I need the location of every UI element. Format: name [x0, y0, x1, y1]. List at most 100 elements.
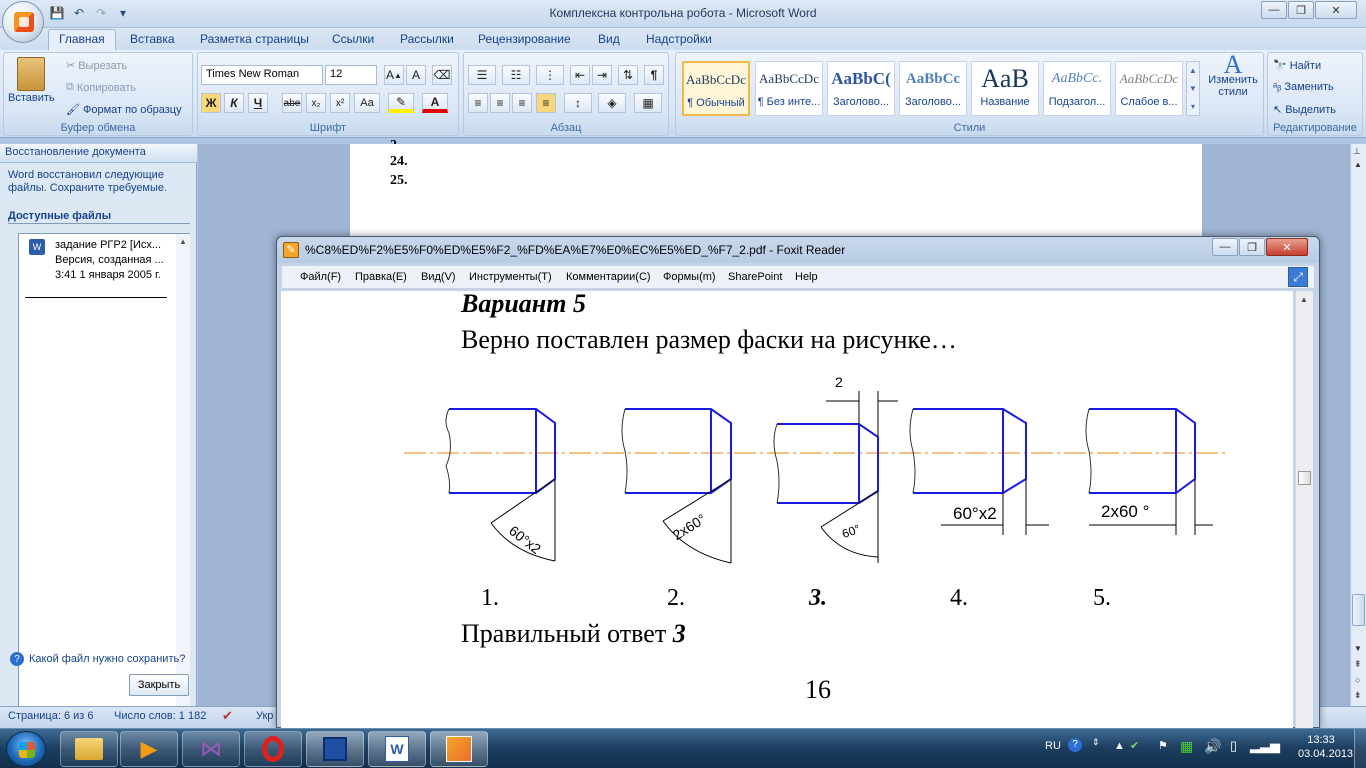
tray-help-icon[interactable]: ? [1068, 738, 1082, 752]
sort-icon[interactable]: ⇅ [618, 65, 638, 85]
menu-file[interactable]: Файл(F) [300, 271, 341, 283]
show-desktop-button[interactable] [1354, 729, 1366, 768]
shrink-font-icon[interactable]: A [406, 65, 426, 85]
foxit-scroll-thumb[interactable] [1298, 471, 1311, 485]
tray-flag-icon[interactable]: ⚑ [1158, 739, 1168, 752]
bullets-icon[interactable]: ☰ [468, 65, 496, 85]
menu-help[interactable]: Help [795, 271, 818, 283]
align-left-icon[interactable]: ≡ [468, 93, 488, 113]
scroll-up-icon[interactable]: ▲ [1354, 160, 1362, 169]
tab-insert[interactable]: Вставка [120, 30, 185, 50]
styles-scroll[interactable]: ▲ ▼ ▾ [1186, 61, 1200, 116]
bold-button[interactable]: Ж [201, 93, 221, 113]
highlight-icon[interactable]: ✎ [388, 93, 414, 113]
word-taskbar-button[interactable]: W [368, 731, 426, 767]
italic-button[interactable]: К [224, 93, 244, 113]
grow-font-icon[interactable]: A ▲ [384, 65, 404, 85]
foxit-vertical-scrollbar[interactable]: ▲ [1295, 291, 1313, 729]
increase-indent-icon[interactable]: ⇥ [592, 65, 612, 85]
borders-icon[interactable]: ▦ [634, 93, 662, 113]
tab-references[interactable]: Ссылки [322, 30, 384, 50]
change-case-button[interactable]: Aa [354, 93, 380, 113]
tray-clock[interactable]: 13:33 03.04.2013 [1298, 734, 1353, 760]
underline-button[interactable]: Ч [248, 93, 268, 113]
maximize-button[interactable]: ❐ [1288, 1, 1314, 19]
tab-view[interactable]: Вид [588, 30, 630, 50]
change-styles-button[interactable]: A Изменить стили [1204, 52, 1262, 99]
office-button[interactable] [2, 1, 44, 43]
tray-signal-icon[interactable]: ▂▃▅ [1250, 738, 1280, 754]
word-scroll-thumb[interactable] [1352, 594, 1365, 626]
pilcrow-icon[interactable]: ¶ [644, 65, 664, 85]
justify-icon[interactable]: ≡ [536, 93, 556, 113]
word-count[interactable]: Число слов: 1 182 [114, 710, 206, 722]
tab-mailings[interactable]: Рассылки [390, 30, 464, 50]
find-button[interactable]: 🔭 Найти [1273, 59, 1321, 73]
style-normal[interactable]: AaBbCcDc ¶ Обычный [682, 61, 750, 116]
superscript-button[interactable]: x² [330, 93, 350, 113]
opera-taskbar-button[interactable] [244, 731, 302, 767]
style-heading-1[interactable]: AaBbC(Заголово... [827, 61, 895, 116]
menu-tools[interactable]: Инструменты(T) [469, 271, 552, 283]
tray-network-icon[interactable]: ▦ [1180, 738, 1193, 755]
multilevel-list-icon[interactable]: ⋮ [536, 65, 564, 85]
style-subtitle[interactable]: AaBbCc. Подзагол... [1043, 61, 1111, 116]
font-size-combo[interactable]: 12 [325, 65, 377, 85]
ruler-toggle-icon[interactable]: ⊥ [1353, 146, 1361, 157]
clear-format-icon[interactable]: ⌫ [432, 65, 452, 85]
style-subtle-emphasis[interactable]: AaBbCcDc Слабое в... [1115, 61, 1183, 116]
tray-battery-icon[interactable]: ▯ [1230, 738, 1237, 754]
save-icon[interactable]: 💾 [48, 4, 66, 22]
start-button[interactable] [6, 731, 46, 767]
font-name-combo[interactable]: Times New Roman [201, 65, 323, 85]
foxit-close-button[interactable]: ✕ [1266, 238, 1308, 256]
customize-qat-icon[interactable]: ▾ [114, 4, 132, 22]
document-page[interactable]: 2 24. 25. [350, 138, 1202, 244]
media-player-taskbar-button[interactable]: ▶ [120, 731, 178, 767]
next-page-icon[interactable]: ⇟ [1354, 690, 1362, 701]
menu-view[interactable]: Вид(V) [421, 271, 456, 283]
cut-button[interactable]: ✂ Вырезать [66, 59, 127, 73]
redo-icon[interactable]: ↷ [92, 4, 110, 22]
fullscreen-icon[interactable]: ⤢ [1288, 267, 1308, 287]
menu-edit[interactable]: Правка(E) [355, 271, 407, 283]
tab-page-layout[interactable]: Разметка страницы [190, 30, 319, 50]
word-vertical-scrollbar[interactable]: ⊥ ▲ ▼ ⇞ ○ ⇟ [1350, 144, 1366, 706]
paste-button[interactable]: Вставить [8, 57, 55, 104]
foxit-scroll-up-icon[interactable]: ▲ [1300, 295, 1308, 304]
tray-language-bar-icon[interactable]: ⇕ [1092, 738, 1100, 747]
numbering-icon[interactable]: ☷ [502, 65, 530, 85]
proofing-icon[interactable]: ✔ [222, 708, 233, 724]
tab-review[interactable]: Рецензирование [468, 30, 581, 50]
replace-button[interactable]: ᵃᵦ Заменить [1273, 81, 1334, 93]
prev-page-icon[interactable]: ⇞ [1354, 659, 1362, 670]
undo-icon[interactable]: ↶ [70, 4, 88, 22]
pdf-page[interactable]: Вариант 5 Верно поставлен размер фаски н… [281, 291, 1293, 729]
save-app-taskbar-button[interactable] [306, 731, 364, 767]
style-title[interactable]: AaB Название [971, 61, 1039, 116]
close-button[interactable]: ✕ [1315, 1, 1357, 19]
tray-expand-icon[interactable]: ▲ [1114, 740, 1125, 752]
scroll-down-icon[interactable]: ▼ [1354, 644, 1362, 653]
font-color-icon[interactable]: A [422, 93, 448, 113]
menu-comments[interactable]: Комментарии(C) [566, 271, 651, 283]
align-center-icon[interactable]: ≡ [490, 93, 510, 113]
style-no-spacing[interactable]: AaBbCcDc ¶ Без инте... [755, 61, 823, 116]
style-heading-2[interactable]: AaBbCc Заголово... [899, 61, 967, 116]
decrease-indent-icon[interactable]: ⇤ [570, 65, 590, 85]
recovered-file-item[interactable]: задание РГР2 [Исх... Версия, созданная .… [55, 238, 177, 283]
subscript-button[interactable]: x₂ [306, 93, 326, 113]
format-painter-button[interactable]: 🖌 Формат по образцу [66, 103, 182, 117]
align-right-icon[interactable]: ≡ [512, 93, 532, 113]
tab-addins[interactable]: Надстройки [636, 30, 722, 50]
foxit-maximize-button[interactable]: ❐ [1239, 238, 1265, 256]
tab-home[interactable]: Главная [48, 29, 116, 50]
explorer-taskbar-button[interactable] [60, 731, 118, 767]
language-indicator[interactable]: Укр [256, 710, 273, 722]
line-spacing-icon[interactable]: ↕ [564, 93, 592, 113]
menu-sharepoint[interactable]: SharePoint [728, 271, 782, 283]
page-count[interactable]: Страница: 6 из 6 [8, 710, 94, 722]
tray-security-icon[interactable]: ✔ [1130, 739, 1139, 752]
help-link[interactable]: ? Какой файл нужно сохранить? [10, 652, 185, 666]
shading-icon[interactable]: ◈ [598, 93, 626, 113]
